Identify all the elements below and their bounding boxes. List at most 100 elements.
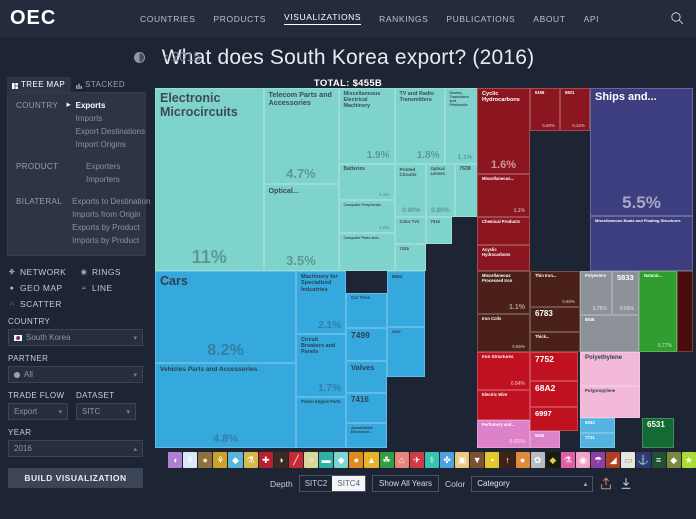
footwear-headwear-icon[interactable]: ◆ bbox=[334, 452, 349, 468]
furniture-icon[interactable]: ◢ bbox=[606, 452, 621, 468]
treemap-cell[interactable]: Miscellaneous Processed Iron 1.1% bbox=[477, 271, 530, 314]
eggs-icon[interactable]: ● bbox=[515, 452, 530, 468]
treemap-cell[interactable]: Iron Structures 0.84% bbox=[477, 352, 530, 390]
treemap-cell[interactable]: 6997 bbox=[387, 327, 425, 377]
treemap-cell[interactable]: 6531 bbox=[642, 418, 674, 448]
oec-logo[interactable]: OEC bbox=[10, 7, 72, 30]
treemap-cell[interactable]: Piston Engine Parts bbox=[296, 397, 346, 448]
nav-link-publications[interactable]: PUBLICATIONS bbox=[446, 14, 515, 24]
treemap-cell[interactable]: Miscellaneous Boats and Floating Structu… bbox=[590, 216, 693, 271]
flowers-icon[interactable]: ✿ bbox=[530, 452, 545, 468]
color-select[interactable]: Category ▴ bbox=[471, 475, 594, 492]
treemap-cell[interactable]: Chemical Products bbox=[477, 217, 530, 245]
textiles-icon[interactable]: ▬ bbox=[319, 452, 334, 468]
treemap-cell[interactable]: Circuit Breakers and Panels 1.7% bbox=[296, 334, 346, 397]
machines-icon[interactable]: ⌂ bbox=[394, 452, 409, 468]
menu-item-exports-by-product[interactable]: Exports by Product bbox=[62, 221, 150, 234]
treemap-cell[interactable]: Miscellaneous... 1.1% bbox=[477, 174, 530, 217]
download-icon[interactable] bbox=[619, 476, 633, 491]
foodstuffs-icon[interactable]: ⚘ bbox=[213, 452, 228, 468]
precious-metals-icon[interactable]: ▲ bbox=[364, 452, 379, 468]
treemap-cell[interactable]: 6997 bbox=[530, 407, 578, 431]
share-icon[interactable] bbox=[599, 476, 613, 491]
treemap-cell[interactable]: 7638 bbox=[454, 164, 478, 217]
nav-link-products[interactable]: PRODUCTS bbox=[213, 14, 266, 24]
oils-icon[interactable]: ◆ bbox=[545, 452, 560, 468]
transportation-icon[interactable]: ✈ bbox=[409, 452, 424, 468]
dataset-select[interactable]: SITC ▾ bbox=[76, 403, 136, 420]
menu-item-imports-from-origin[interactable]: Imports from Origin bbox=[62, 208, 150, 221]
treemap-cell[interactable]: Color TVs bbox=[394, 217, 426, 244]
treemap-cell[interactable]: 5156 0.60% bbox=[530, 88, 560, 131]
treemap-cell[interactable]: Cars 8.2% bbox=[155, 271, 296, 363]
books-icon[interactable]: ≡ bbox=[651, 452, 666, 468]
unspecified-icon[interactable]: ▪ bbox=[485, 452, 500, 468]
misc-icon[interactable]: ▼ bbox=[470, 452, 485, 468]
treemap-cell[interactable]: Vehicles Parts and Accessories 4.8% bbox=[155, 363, 296, 448]
treemap-cell[interactable]: 5839 bbox=[530, 431, 560, 448]
treemap-cell[interactable]: 7752 bbox=[530, 352, 578, 381]
menu-item-imports[interactable]: Imports bbox=[66, 112, 145, 125]
nav-link-about[interactable]: ABOUT bbox=[533, 14, 565, 24]
treemap-cell[interactable]: 8954 bbox=[387, 271, 425, 327]
weapons-icon[interactable]: ✤ bbox=[439, 452, 455, 468]
search-icon[interactable] bbox=[670, 11, 684, 25]
soaps-icon[interactable]: ◉ bbox=[575, 452, 591, 468]
treemap-cell[interactable]: 5921 0.42% bbox=[560, 88, 590, 131]
ships-icon[interactable]: ⚓ bbox=[636, 452, 651, 468]
treemap-cell[interactable]: Acyclic Hydrocarbons bbox=[477, 245, 530, 271]
nav-link-rankings[interactable]: RANKINGS bbox=[379, 14, 428, 24]
umbrella-icon[interactable]: ☂ bbox=[591, 452, 606, 468]
paper-goods-icon[interactable]: ○ bbox=[303, 452, 319, 468]
treemap-cell[interactable]: Computer Peripherals 1.0% bbox=[338, 200, 395, 233]
country-select[interactable]: South Korea ▾ bbox=[8, 329, 143, 346]
treemap-cell[interactable]: 5833 0.69% bbox=[612, 271, 639, 315]
trade-flow-select[interactable]: Export ▾ bbox=[8, 403, 68, 420]
show-all-years-button[interactable]: Show All Years bbox=[372, 475, 439, 492]
animal-products-icon[interactable]: ◖ bbox=[168, 452, 183, 468]
treemap-cell[interactable] bbox=[677, 271, 693, 352]
treemap-cell[interactable]: 7516 bbox=[425, 217, 452, 244]
vegetable-products-icon[interactable]: ⚘ bbox=[183, 452, 198, 468]
viz-mode-network[interactable]: ✤ NETWORK bbox=[8, 267, 80, 277]
treemap-cell[interactable]: Computer Parts and... bbox=[338, 233, 395, 271]
treemap-cell[interactable]: Thick... bbox=[530, 332, 580, 352]
tab-tree-map[interactable]: TREE MAP bbox=[7, 77, 72, 92]
half-moon-icon[interactable] bbox=[134, 52, 145, 63]
depth-option-sitc2[interactable]: SITC2 bbox=[300, 476, 333, 491]
paper-icon[interactable]: ▭ bbox=[621, 452, 636, 468]
hides-skins-icon[interactable]: ◑ bbox=[273, 452, 288, 468]
treemap-cell[interactable]: Perfumery and... 0.65% bbox=[477, 420, 530, 448]
treemap-cell[interactable]: Miscellaneous Electrical Machinery 1.9% bbox=[338, 88, 395, 164]
treemap-cell[interactable]: Polypropylene bbox=[580, 386, 640, 418]
treemap-cell[interactable]: Optical Lenses 0.80% bbox=[425, 164, 455, 217]
treemap-cell[interactable]: Electric Wire bbox=[477, 390, 530, 420]
menu-item-exports-to-destination[interactable]: Exports to Destination bbox=[62, 195, 150, 208]
treemap-cell[interactable]: Iron Coils 0.65% bbox=[477, 314, 530, 352]
treemap-cell[interactable]: Natural... 0.77% bbox=[639, 271, 677, 352]
treemap-cell[interactable]: Polyethylene bbox=[580, 352, 640, 386]
treemap-cell[interactable]: Cyclic Hydrocarbons 1.6% bbox=[477, 88, 530, 174]
treemap-cell[interactable]: Printed Circuits 0.90% bbox=[394, 164, 426, 217]
viz-mode-geo-map[interactable]: ● GEO MAP bbox=[8, 283, 80, 293]
perfumes-icon[interactable]: ⚗ bbox=[560, 452, 575, 468]
nav-link-api[interactable]: API bbox=[584, 14, 600, 24]
arts-antiques-icon[interactable]: ▣ bbox=[455, 452, 470, 468]
treemap-cell[interactable]: Telecom Parts and Accessories 4.7% bbox=[263, 88, 339, 184]
treemap-cell[interactable]: Polyesters 0.76% bbox=[580, 271, 612, 315]
treemap-cell[interactable]: Thin Iron... 0.60% bbox=[530, 271, 580, 307]
viz-mode-scatter[interactable]: ⁙ SCATTER bbox=[8, 299, 80, 309]
treemap-cell[interactable]: 6783 bbox=[530, 307, 580, 332]
treemap-cell[interactable]: 7499 bbox=[346, 328, 387, 361]
instruments-icon[interactable]: ⚕ bbox=[424, 452, 439, 468]
tools-icon[interactable]: ↑ bbox=[500, 452, 515, 468]
stone-glass-icon[interactable]: ● bbox=[349, 452, 364, 468]
leaves-icon[interactable]: ◆ bbox=[666, 452, 681, 468]
viz-mode-rings[interactable]: ◉ RINGS bbox=[80, 267, 153, 277]
treemap-cell[interactable]: Diodes, Transistors and Photocells 1.1% bbox=[444, 88, 478, 164]
plastics-rubbers-icon[interactable]: ✚ bbox=[258, 452, 273, 468]
menu-item-import-origins[interactable]: Import Origins bbox=[66, 138, 145, 151]
treemap-cell[interactable]: 6252 bbox=[580, 418, 615, 433]
nav-link-countries[interactable]: COUNTRIES bbox=[140, 14, 195, 24]
treemap-cell[interactable]: Batteries 1.1% bbox=[338, 164, 395, 200]
